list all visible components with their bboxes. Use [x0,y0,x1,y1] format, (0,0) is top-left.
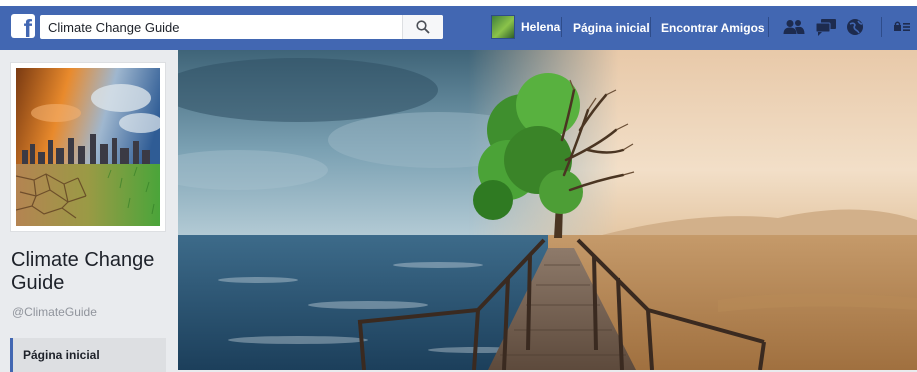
divider [650,17,651,37]
search-box [40,15,443,39]
avatar [491,15,515,39]
messages-button[interactable] [814,17,838,37]
divider [561,17,562,37]
sidebar-item-label: Página inicial [23,348,100,362]
messages-icon [815,19,836,36]
page-title[interactable]: Climate Change Guide [11,249,171,295]
friend-requests-button[interactable] [782,17,806,37]
profile-link[interactable]: Helena [491,15,560,39]
notifications-button[interactable] [843,17,867,37]
divider [768,17,769,37]
search-input[interactable] [40,15,400,39]
divider [881,17,882,37]
profile-picture[interactable] [10,62,166,232]
page-sidebar: Climate Change Guide @ClimateGuide Págin… [0,50,178,372]
home-link[interactable]: Página inicial [573,21,650,35]
top-navigation-bar: f Helena Página inicial Encontrar Amigos [0,0,917,50]
notifications-globe-icon [847,19,863,35]
privacy-shortcuts-icon [894,21,910,31]
user-name: Helena [521,20,561,34]
search-button[interactable] [402,15,443,39]
page-username[interactable]: @ClimateGuide [12,305,97,319]
friend-requests-icon [783,20,805,34]
sidebar-item-home[interactable]: Página inicial [10,338,166,372]
facebook-logo-icon[interactable]: f [11,14,35,38]
search-icon [416,20,430,34]
privacy-shortcuts-button[interactable] [890,17,914,37]
profile-picture-image [16,68,160,226]
cover-photo[interactable] [178,50,917,370]
find-friends-link[interactable]: Encontrar Amigos [661,21,765,35]
